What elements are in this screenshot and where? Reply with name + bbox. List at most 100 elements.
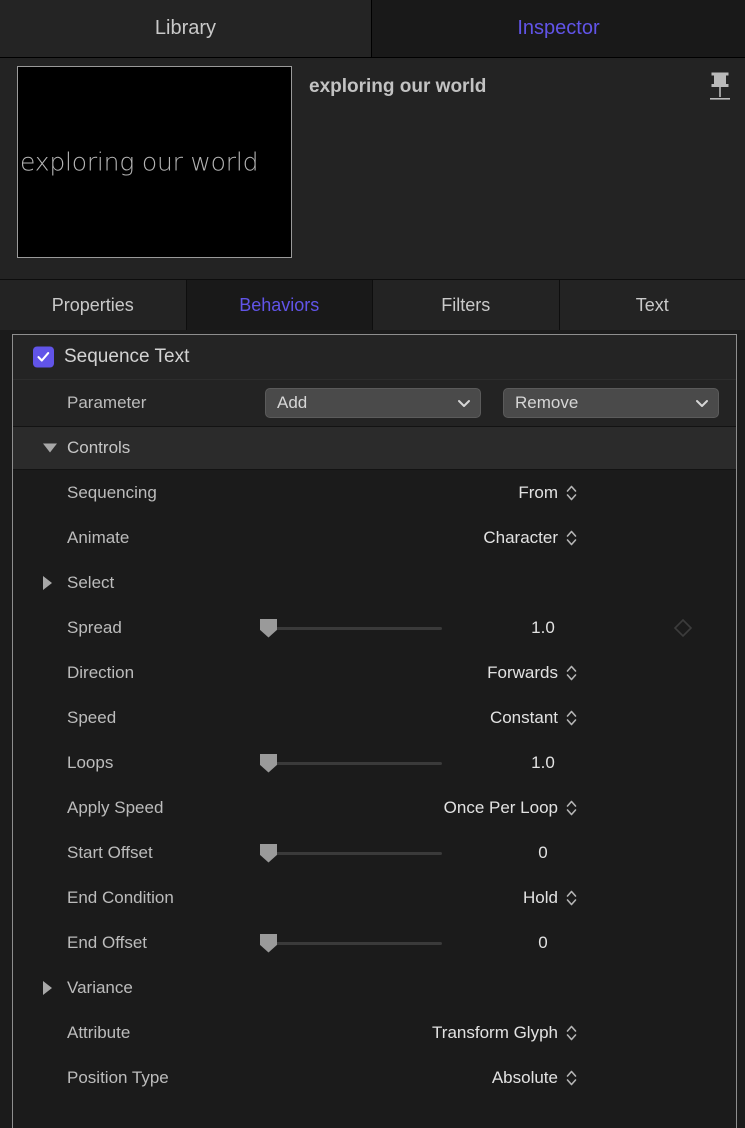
disclosure-triangle-right-icon[interactable] xyxy=(43,576,52,590)
slider-handle[interactable] xyxy=(260,844,277,863)
section-controls[interactable]: Controls xyxy=(13,426,736,470)
tab-library[interactable]: Library xyxy=(0,0,372,57)
attribute-value: Transform Glyph xyxy=(432,1023,558,1043)
row-speed: Speed Constant xyxy=(13,695,736,740)
spread-slider[interactable] xyxy=(260,617,442,639)
end-condition-value: Hold xyxy=(523,888,558,908)
slider-handle[interactable] xyxy=(260,619,277,638)
remove-parameter-label: Remove xyxy=(515,393,694,413)
end-offset-slider[interactable] xyxy=(260,932,442,954)
section-select[interactable]: Select xyxy=(13,560,736,605)
stepper-arrows-icon xyxy=(565,483,578,503)
thumbnail-text: exploring our world xyxy=(20,148,292,177)
section-select-label: Select xyxy=(67,573,114,593)
remove-parameter-dropdown[interactable]: Remove xyxy=(503,388,719,418)
behavior-name: Sequence Text xyxy=(64,346,189,368)
loops-value[interactable]: 1.0 xyxy=(483,753,603,773)
section-variance-label: Variance xyxy=(67,978,133,998)
tab-properties[interactable]: Properties xyxy=(0,280,187,330)
direction-value: Forwards xyxy=(487,663,558,683)
section-controls-label: Controls xyxy=(67,438,130,458)
slider-handle[interactable] xyxy=(260,934,277,953)
add-parameter-dropdown[interactable]: Add xyxy=(265,388,481,418)
pushpin-icon[interactable] xyxy=(705,70,735,104)
position-type-value: Absolute xyxy=(492,1068,558,1088)
stepper-arrows-icon xyxy=(565,1068,578,1088)
add-parameter-label: Add xyxy=(277,393,456,413)
clip-thumbnail[interactable]: exploring our world xyxy=(17,66,292,258)
attribute-popup[interactable]: Transform Glyph xyxy=(432,1023,578,1043)
stepper-arrows-icon xyxy=(565,663,578,683)
behavior-title-row: Sequence Text xyxy=(13,335,736,379)
tab-inspector[interactable]: Inspector xyxy=(372,0,745,57)
tab-text[interactable]: Text xyxy=(560,280,745,330)
direction-popup[interactable]: Forwards xyxy=(487,663,578,683)
stepper-arrows-icon xyxy=(565,798,578,818)
position-type-popup[interactable]: Absolute xyxy=(492,1068,578,1088)
slider-track xyxy=(260,762,442,765)
row-apply-speed: Apply Speed Once Per Loop xyxy=(13,785,736,830)
section-variance[interactable]: Variance xyxy=(13,965,736,1010)
row-attribute-label: Attribute xyxy=(67,1023,130,1043)
row-start-offset: Start Offset 0 xyxy=(13,830,736,875)
row-apply-speed-label: Apply Speed xyxy=(67,798,163,818)
row-sequencing-label: Sequencing xyxy=(67,483,157,503)
preview-header: exploring our world exploring our world xyxy=(0,58,745,280)
row-animate: Animate Character xyxy=(13,515,736,560)
loops-slider[interactable] xyxy=(260,752,442,774)
row-end-offset-label: End Offset xyxy=(67,933,147,953)
apply-speed-value: Once Per Loop xyxy=(444,798,558,818)
speed-value: Constant xyxy=(490,708,558,728)
row-position-type: Position Type Absolute xyxy=(13,1055,736,1100)
tab-behaviors[interactable]: Behaviors xyxy=(187,280,374,330)
row-end-offset: End Offset 0 xyxy=(13,920,736,965)
row-position-type-label: Position Type xyxy=(67,1068,169,1088)
start-offset-value[interactable]: 0 xyxy=(483,843,603,863)
keyframe-diamond-icon[interactable] xyxy=(673,618,693,638)
sequencing-value: From xyxy=(518,483,558,503)
slider-track xyxy=(260,942,442,945)
row-animate-label: Animate xyxy=(67,528,129,548)
stepper-arrows-icon xyxy=(565,1023,578,1043)
parameter-row: Parameter Add Remove xyxy=(13,379,736,426)
slider-track xyxy=(260,852,442,855)
disclosure-triangle-down-icon[interactable] xyxy=(43,444,57,453)
stepper-arrows-icon xyxy=(565,708,578,728)
animate-popup[interactable]: Character xyxy=(483,528,578,548)
end-condition-popup[interactable]: Hold xyxy=(523,888,578,908)
row-attribute: Attribute Transform Glyph xyxy=(13,1010,736,1055)
sequencing-popup[interactable]: From xyxy=(518,483,578,503)
animate-value: Character xyxy=(483,528,558,548)
row-spread-label: Spread xyxy=(67,618,122,638)
top-tab-bar: Library Inspector xyxy=(0,0,745,58)
end-offset-value[interactable]: 0 xyxy=(483,933,603,953)
start-offset-slider[interactable] xyxy=(260,842,442,864)
slider-track xyxy=(260,627,442,630)
row-loops-label: Loops xyxy=(67,753,113,773)
row-end-condition: End Condition Hold xyxy=(13,875,736,920)
row-direction: Direction Forwards xyxy=(13,650,736,695)
row-spread: Spread 1.0 xyxy=(13,605,736,650)
row-direction-label: Direction xyxy=(67,663,134,683)
slider-handle[interactable] xyxy=(260,754,277,773)
row-loops: Loops 1.0 xyxy=(13,740,736,785)
speed-popup[interactable]: Constant xyxy=(490,708,578,728)
apply-speed-popup[interactable]: Once Per Loop xyxy=(444,798,578,818)
row-speed-label: Speed xyxy=(67,708,116,728)
chevron-down-icon xyxy=(694,395,710,411)
spread-value[interactable]: 1.0 xyxy=(483,618,603,638)
parameter-label: Parameter xyxy=(67,393,146,413)
inspector-tab-bar: Properties Behaviors Filters Text xyxy=(0,280,745,330)
chevron-down-icon xyxy=(456,395,472,411)
row-start-offset-label: Start Offset xyxy=(67,843,153,863)
row-sequencing: Sequencing From xyxy=(13,470,736,515)
row-end-condition-label: End Condition xyxy=(67,888,174,908)
stepper-arrows-icon xyxy=(565,888,578,908)
clip-title: exploring our world xyxy=(309,76,486,98)
check-icon xyxy=(36,350,51,365)
sequence-text-checkbox[interactable] xyxy=(33,347,54,368)
behaviors-panel: Sequence Text Parameter Add Remove Contr… xyxy=(12,334,737,1128)
stepper-arrows-icon xyxy=(565,528,578,548)
disclosure-triangle-right-icon[interactable] xyxy=(43,981,52,995)
tab-filters[interactable]: Filters xyxy=(373,280,560,330)
